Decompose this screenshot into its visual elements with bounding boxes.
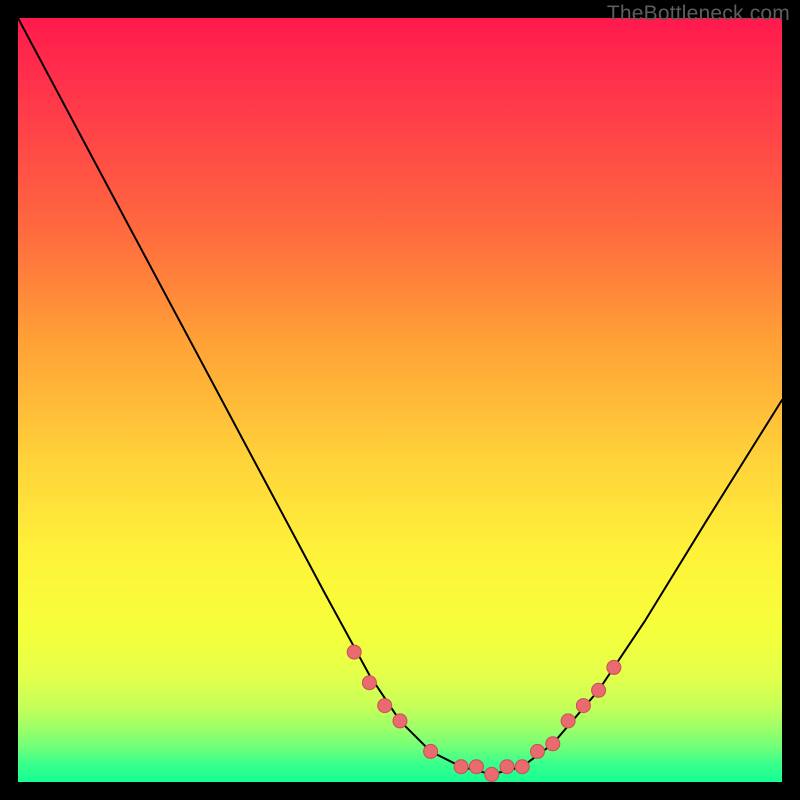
highlight-dot [454, 760, 468, 774]
highlight-dot [531, 744, 545, 758]
highlight-dot [500, 760, 514, 774]
highlight-dot [546, 737, 560, 751]
highlight-dot [576, 699, 590, 713]
watermark-text: TheBottleneck.com [607, 2, 790, 26]
highlight-dot [393, 714, 407, 728]
bottleneck-curve [18, 18, 782, 774]
highlight-dot [561, 714, 575, 728]
highlight-dot [347, 645, 361, 659]
highlight-dot [378, 699, 392, 713]
plot-svg [18, 18, 782, 782]
highlight-dot [592, 683, 606, 697]
chart-frame: TheBottleneck.com [0, 0, 800, 800]
highlight-dot [515, 760, 529, 774]
plot-area [18, 18, 782, 782]
highlight-dot [362, 676, 376, 690]
highlight-dot [607, 660, 621, 674]
highlight-dot [424, 744, 438, 758]
highlight-dot [469, 760, 483, 774]
highlight-dot [485, 767, 499, 781]
